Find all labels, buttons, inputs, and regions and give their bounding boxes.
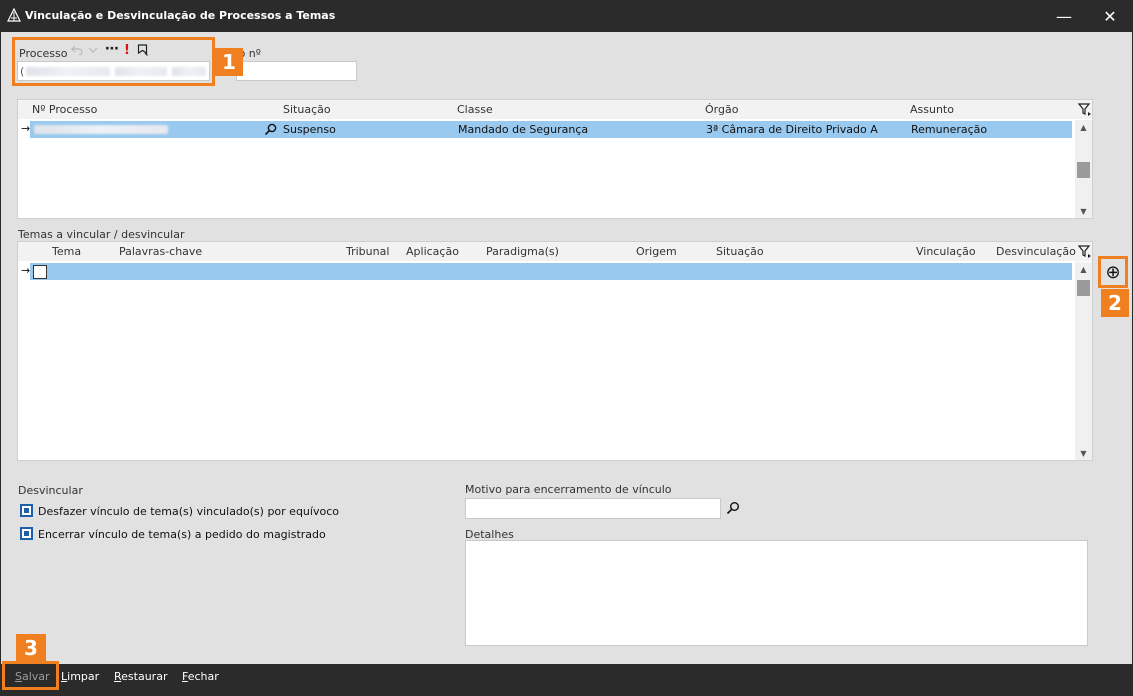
cell-classe: Mandado de Segurança [458,123,589,136]
plus-circle-icon: ⊕ [1105,261,1121,283]
detalhes-textarea[interactable] [465,540,1088,646]
desvincular-section-label: Desvincular [18,484,83,497]
callout-badge-2: 2 [1101,289,1129,317]
encerrar-vinculo-label[interactable]: Encerrar vínculo de tema(s) a pedido do … [38,528,326,541]
column-header-aplicacao[interactable]: Aplicação [406,245,459,258]
callout-badge-3: 3 [16,634,46,662]
client-area: Processo ⋯ ! ( utro nº 1 Nº Processo Sit… [1,32,1132,664]
row-checkbox[interactable] [33,265,47,279]
column-header-numero-processo[interactable]: Nº Processo [32,103,97,116]
salvar-button[interactable]: Salvar [15,670,50,683]
row-indicator-icon: → [21,122,31,135]
title-bar: Vinculação e Desvinculação de Processos … [0,0,1133,32]
temas-section-label: Temas a vincular / desvincular [18,228,185,241]
temas-grid: Tema Palavras-chave Tribunal Aplicação P… [17,241,1093,461]
restaurar-button[interactable]: Restaurar [114,670,167,683]
app-logo-icon [7,8,21,22]
redacted-processo-number [34,125,168,134]
close-window-button[interactable]: ✕ [1087,0,1133,32]
callout-badge-1: 1 [215,48,243,76]
column-header-assunto[interactable]: Assunto [910,103,954,116]
search-icon[interactable] [264,123,277,136]
column-header-classe[interactable]: Classe [457,103,493,116]
add-tema-button[interactable]: ⊕ [1102,261,1124,283]
desfazer-vinculo-label[interactable]: Desfazer vínculo de tema(s) vinculado(s)… [38,505,339,518]
column-header-paradigmas[interactable]: Paradigma(s) [486,245,559,258]
column-header-origem[interactable]: Origem [636,245,677,258]
scroll-up-icon[interactable]: ▲ [1075,262,1092,276]
row-indicator-icon: → [21,264,31,277]
motivo-input[interactable] [465,498,721,519]
cell-situacao: Suspenso [283,123,336,136]
footer-bar: Salvar Limpar Restaurar Fechar [1,661,1132,690]
motivo-label: Motivo para encerramento de vínculo [465,483,672,496]
window-title: Vinculação e Desvinculação de Processos … [25,9,336,22]
minimize-button[interactable]: — [1041,0,1087,32]
filter-icon[interactable] [1078,244,1092,258]
close-icon: ✕ [1103,6,1117,26]
limpar-button[interactable]: Limpar [61,670,99,683]
cell-orgao: 3ª Câmara de Direito Privado A [706,123,878,136]
column-header-tema[interactable]: Tema [52,245,81,258]
column-header-palavras-chave[interactable]: Palavras-chave [119,245,202,258]
processes-grid: Nº Processo Situação Classe Órgão Assunt… [17,99,1093,219]
scroll-down-icon[interactable]: ▼ [1075,204,1092,218]
encerrar-vinculo-checkbox[interactable] [20,527,33,540]
outro-numero-input[interactable] [236,61,357,81]
processes-scrollbar[interactable]: ▲ ▼ [1075,120,1092,218]
table-row[interactable]: → [18,263,1072,280]
filter-icon[interactable] [1078,102,1092,116]
column-header-tribunal[interactable]: Tribunal [346,245,389,258]
desfazer-vinculo-checkbox[interactable] [20,504,33,517]
scroll-thumb[interactable] [1077,280,1090,296]
cell-assunto: Remuneração [911,123,988,136]
column-header-desvinculacao[interactable]: Desvinculação [996,245,1076,258]
selected-row-highlight [30,263,1072,280]
table-row[interactable]: → Suspenso Mandado de Segurança 3ª Câmar… [18,121,1072,138]
temas-scrollbar[interactable]: ▲ ▼ [1075,262,1092,460]
minimize-icon: — [1056,6,1072,26]
column-header-orgao[interactable]: Órgão [705,103,738,116]
scroll-up-icon[interactable]: ▲ [1075,120,1092,134]
callout-1-highlight [12,37,215,86]
column-header-situacao[interactable]: Situação [283,103,331,116]
fechar-button[interactable]: Fechar [182,670,219,683]
column-header-situacao[interactable]: Situação [716,245,764,258]
processes-grid-header: Nº Processo Situação Classe Órgão Assunt… [18,100,1092,119]
scroll-thumb[interactable] [1077,162,1090,178]
scroll-down-icon[interactable]: ▼ [1075,446,1092,460]
temas-grid-header: Tema Palavras-chave Tribunal Aplicação P… [18,242,1092,261]
search-icon[interactable] [726,501,740,515]
column-header-vinculacao[interactable]: Vinculação [916,245,976,258]
